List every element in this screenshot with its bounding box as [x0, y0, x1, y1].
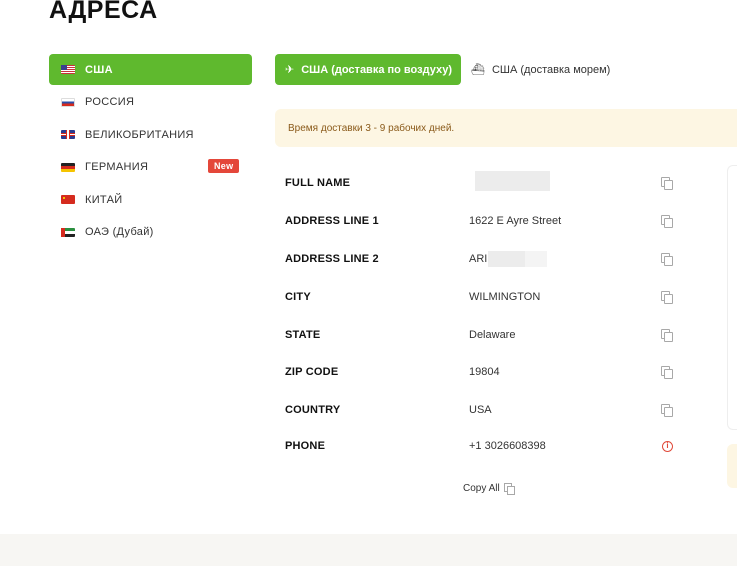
sidebar-item-russia[interactable]: РОССИЯ	[49, 87, 252, 118]
address-row-zip: ZIP CODE 19804	[285, 354, 685, 390]
germany-flag-icon	[61, 162, 75, 172]
redacted-block	[475, 171, 550, 191]
russia-flag-icon	[61, 97, 75, 107]
tab-sea-delivery[interactable]: ⛴ США (доставка морем)	[471, 54, 610, 85]
tab-label: США (доставка морем)	[491, 63, 611, 76]
field-value: 1622 E Ayre Street	[469, 215, 562, 227]
copy-icon[interactable]	[661, 404, 673, 417]
copy-icon[interactable]	[661, 215, 673, 228]
field-value: 19804	[469, 366, 500, 378]
sidebar-item-label: ГЕРМАНИЯ	[85, 161, 149, 173]
copy-icon[interactable]	[661, 366, 673, 379]
sidebar-item-usa[interactable]: США	[49, 54, 252, 85]
side-panel-card	[727, 165, 737, 430]
airplane-icon: ✈	[285, 64, 295, 76]
copy-icon[interactable]	[661, 329, 673, 342]
info-icon[interactable]: i	[662, 440, 673, 452]
copy-icon[interactable]	[661, 253, 673, 266]
field-label: STATE	[285, 329, 321, 341]
address-row-full-name: FULL NAME	[285, 165, 685, 201]
redacted-block	[488, 251, 525, 267]
field-value: Delaware	[469, 329, 516, 341]
field-value: USA	[469, 404, 492, 416]
page-title: АДРЕСА	[49, 0, 158, 24]
copy-icon[interactable]	[661, 291, 673, 304]
field-value: ARI	[469, 253, 488, 265]
field-label: PHONE	[285, 440, 326, 452]
footer	[0, 534, 737, 566]
copy-all-label: Copy All	[463, 483, 500, 494]
china-flag-icon	[61, 195, 75, 204]
side-panel-notice	[727, 444, 737, 488]
field-label: ADDRESS LINE 2	[285, 253, 379, 265]
field-label: CITY	[285, 291, 311, 303]
field-value: +1 3026608398	[469, 440, 546, 452]
field-label: COUNTRY	[285, 404, 341, 416]
sidebar-item-germany[interactable]: ГЕРМАНИЯ New	[49, 152, 252, 183]
ship-icon: ⛴	[471, 64, 485, 76]
address-row-state: STATE Delaware	[285, 317, 685, 353]
new-badge: New	[208, 158, 240, 173]
sidebar-item-uk[interactable]: ВЕЛИКОБРИТАНИЯ	[49, 119, 252, 150]
sidebar-item-china[interactable]: КИТАЙ	[49, 184, 252, 215]
tab-air-delivery[interactable]: ✈ США (доставка по воздуху)	[275, 54, 461, 85]
field-label: ADDRESS LINE 1	[285, 215, 379, 227]
field-label: FULL NAME	[285, 177, 351, 189]
field-label: ZIP CODE	[285, 366, 339, 378]
uae-flag-icon	[61, 227, 75, 237]
uk-flag-icon	[61, 130, 75, 139]
address-row-country: COUNTRY USA	[285, 392, 685, 428]
sidebar-item-label: ОАЭ (Дубай)	[85, 226, 154, 238]
address-row-city: CITY WILMINGTON	[285, 279, 685, 315]
copy-all-button[interactable]: Copy All	[463, 483, 515, 495]
delivery-time-notice: Время доставки 3 - 9 рабочих дней.	[275, 109, 737, 147]
us-flag-icon	[61, 65, 75, 74]
tab-label: США (доставка по воздуху)	[301, 63, 452, 76]
sidebar-item-label: РОССИЯ	[85, 96, 135, 108]
address-row-line2: ADDRESS LINE 2 ARI	[285, 241, 685, 277]
sidebar-item-label: КИТАЙ	[85, 193, 123, 206]
sidebar-item-uae[interactable]: ОАЭ (Дубай)	[49, 217, 252, 248]
copy-icon	[503, 483, 515, 495]
country-sidebar: США РОССИЯ ВЕЛИКОБРИТАНИЯ ГЕРМАНИЯ New К…	[49, 54, 252, 249]
redacted-block	[525, 251, 547, 267]
copy-icon[interactable]	[661, 177, 673, 190]
address-row-line1: ADDRESS LINE 1 1622 E Ayre Street	[285, 203, 685, 239]
sidebar-item-label: ВЕЛИКОБРИТАНИЯ	[85, 128, 194, 141]
address-row-phone: PHONE +1 3026608398 i	[285, 428, 685, 464]
field-value: WILMINGTON	[469, 291, 541, 303]
notice-text: Время доставки 3 - 9 рабочих дней.	[288, 122, 455, 134]
sidebar-item-label: США	[85, 63, 113, 76]
